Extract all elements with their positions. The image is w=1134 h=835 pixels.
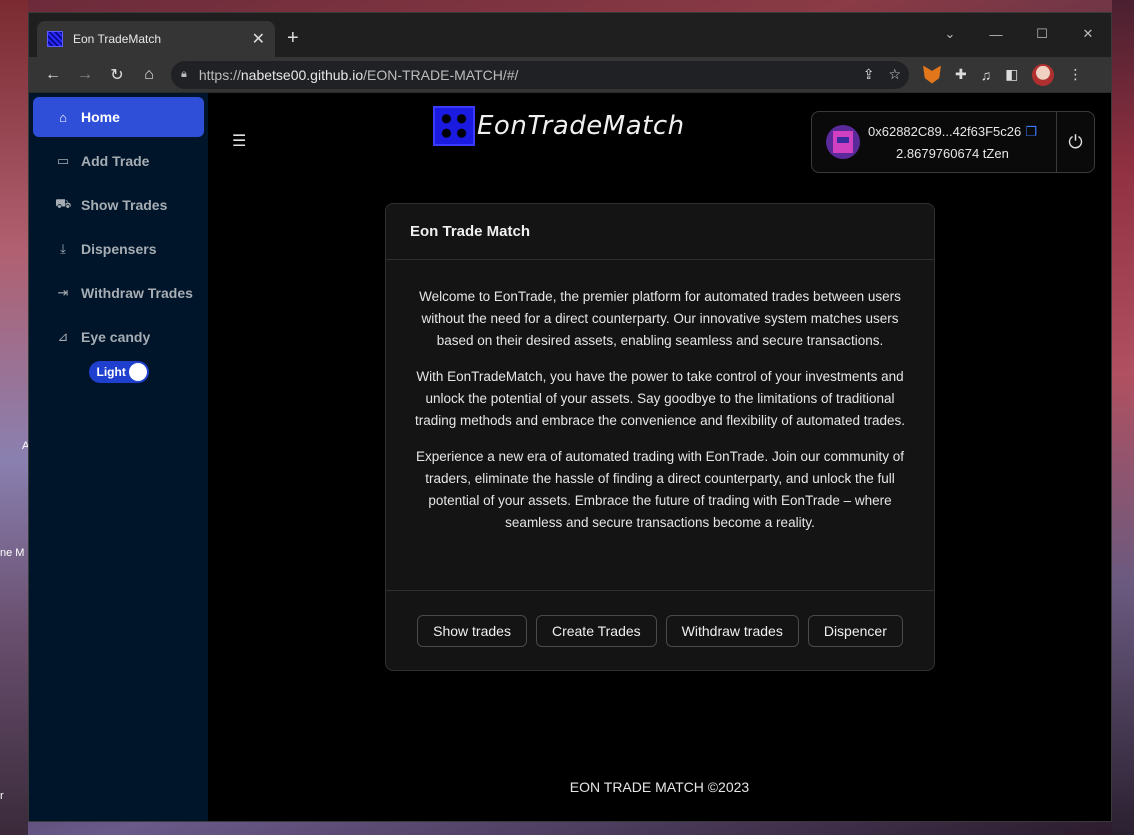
home-button[interactable]: ⌂: [133, 61, 165, 89]
card-paragraph: Experience a new era of automated tradin…: [415, 449, 904, 530]
desktop-text: ne M: [0, 547, 25, 559]
window-controls: ⌄ — ☐ ✕: [927, 19, 1111, 49]
toggle-knob: [128, 363, 147, 381]
dispencer-button[interactable]: Dispencer: [807, 614, 903, 647]
copy-icon[interactable]: ❐: [1025, 124, 1037, 139]
welcome-card: Eon Trade Match Welcome to EonTrade, the…: [385, 203, 935, 671]
desktop-wallpaper-right: [1112, 0, 1134, 835]
url-field[interactable]: 🔒︎ https://nabetse00.github.io/EON-TRADE…: [171, 60, 909, 89]
home-icon: ⌂: [59, 109, 67, 125]
bookmark-star-icon[interactable]: ☆: [888, 66, 901, 83]
sidebar-item-label: Home: [81, 109, 120, 125]
back-button[interactable]: ←: [37, 61, 69, 89]
url-path: /EON-TRADE-MATCH/#/: [363, 66, 519, 83]
show-trades-button[interactable]: Show trades: [417, 614, 527, 647]
tab-search-icon[interactable]: ⌄: [927, 19, 973, 49]
withdraw-trades-button[interactable]: Withdraw trades: [665, 614, 799, 647]
card-icon: ▭: [56, 153, 70, 168]
card-paragraph: With EonTradeMatch, you have the power t…: [414, 369, 906, 428]
logo-mark-icon: [433, 106, 475, 146]
url-scheme: https://: [198, 66, 241, 83]
sidebar-item-label: Add Trade: [81, 153, 150, 169]
tab-close-icon[interactable]: ✕: [252, 29, 265, 49]
wallet-address: 0x62882C89...42f63F5c26: [868, 123, 1022, 139]
extensions-puzzle-icon[interactable]: ✚: [955, 66, 967, 83]
logout-icon: ⇥: [57, 285, 69, 300]
theme-toggle-label: Light: [96, 365, 126, 379]
sidebar-item-show-trades[interactable]: ⛟ Show Trades: [33, 185, 204, 225]
metamask-icon[interactable]: [923, 65, 941, 84]
sidebar-item-label: Eye candy: [81, 329, 151, 345]
side-panel-icon[interactable]: ◧: [1005, 66, 1018, 83]
card-title: Eon Trade Match: [386, 204, 934, 260]
desktop-text: r: [0, 790, 4, 802]
url-host: nabetse00.github.io: [240, 66, 364, 83]
media-queue-icon[interactable]: ♫: [981, 67, 992, 83]
browser-tab[interactable]: Eon TradeMatch ✕: [37, 21, 275, 57]
footer-text: EON TRADE MATCH ©2023: [569, 779, 750, 795]
wallet-avatar: [826, 125, 860, 159]
tab-title: Eon TradeMatch: [73, 32, 162, 46]
card-paragraph: Welcome to EonTrade, the premier platfor…: [419, 289, 901, 348]
sidebar-item-eye-candy[interactable]: ⊿ Eye candy: [33, 317, 204, 357]
close-window-button[interactable]: ✕: [1065, 19, 1111, 49]
sidebar-item-add-trade[interactable]: ▭ Add Trade: [33, 141, 204, 181]
logo-text: EonTradeMatch: [477, 111, 685, 141]
wallet-widget: 0x62882C89...42f63F5c26 ❐ 2.8679760674 tZ…: [811, 111, 1095, 173]
new-tab-button[interactable]: +: [287, 27, 299, 50]
browser-titlebar: Eon TradeMatch ✕ + ⌄ — ☐ ✕: [29, 13, 1111, 57]
sidebar-item-dispensers[interactable]: ⤓ Dispensers: [33, 229, 204, 269]
logout-icon: ⏻: [1068, 131, 1083, 152]
wallet-balance: 2.8679760674 tZen: [896, 145, 1009, 161]
card-actions: Show trades Create Trades Withdraw trade…: [386, 590, 934, 670]
sidebar-item-label: Withdraw Trades: [81, 285, 193, 301]
profile-avatar[interactable]: [1032, 63, 1055, 86]
download-icon: ⤓: [60, 241, 66, 256]
sidebar: ⌂ Home ▭ Add Trade ⛟ Show Trades ⤓ Dispe…: [29, 93, 208, 821]
minimize-button[interactable]: —: [973, 19, 1019, 49]
lock-icon: 🔒︎: [181, 68, 187, 80]
favicon-icon: [47, 31, 63, 47]
reload-button[interactable]: ↻: [101, 61, 133, 89]
browser-menu-icon[interactable]: ⋮: [1068, 66, 1082, 83]
logo: EonTradeMatch: [433, 106, 685, 146]
theme-toggle[interactable]: Light: [88, 361, 149, 383]
sidebar-item-withdraw-trades[interactable]: ⇥ Withdraw Trades: [33, 273, 204, 313]
sidebar-item-home[interactable]: ⌂ Home: [33, 97, 204, 137]
chart-icon: ⊿: [57, 329, 69, 344]
sidebar-item-label: Dispensers: [81, 241, 157, 257]
sidebar-item-label: Show Trades: [81, 197, 168, 213]
disconnect-button[interactable]: ⏻: [1056, 112, 1094, 172]
card-body: Welcome to EonTrade, the premier platfor…: [386, 260, 934, 534]
main-content: ☰ EonTradeMatch 0x62882C89...42f63F5c26 ❐…: [208, 93, 1111, 821]
app-root: ⌂ Home ▭ Add Trade ⛟ Show Trades ⤓ Dispe…: [29, 93, 1111, 821]
desktop-wallpaper-left: [0, 0, 28, 835]
share-icon[interactable]: ⇪: [863, 66, 875, 83]
browser-window: Eon TradeMatch ✕ + ⌄ — ☐ ✕ ← → ↻ ⌂ 🔒︎ ht…: [28, 12, 1112, 822]
address-bar-row: ← → ↻ ⌂ 🔒︎ https://nabetse00.github.io/E…: [29, 57, 1111, 93]
cart-icon: ⛟: [55, 196, 72, 211]
maximize-button[interactable]: ☐: [1019, 19, 1065, 49]
menu-collapse-icon[interactable]: ☰: [232, 131, 246, 151]
forward-button[interactable]: →: [69, 61, 101, 89]
create-trades-button[interactable]: Create Trades: [535, 614, 657, 647]
